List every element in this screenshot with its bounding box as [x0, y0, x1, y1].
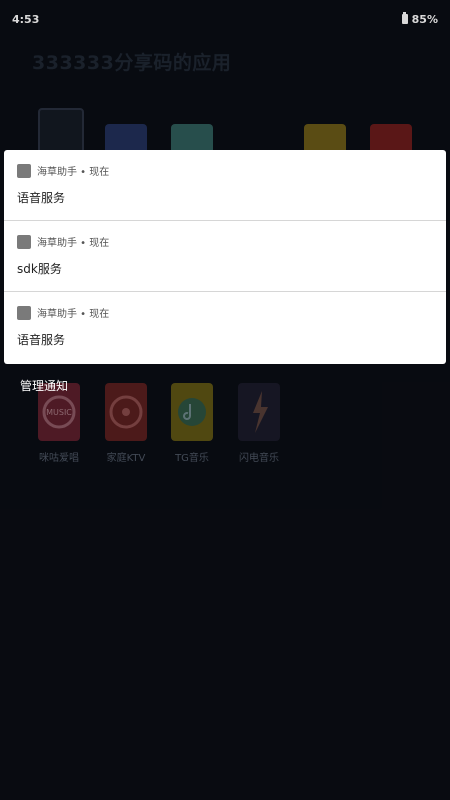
notification-text: 语音服务	[17, 191, 66, 205]
notification-app-time: 海草助手 • 现在	[37, 167, 110, 178]
app-icon	[17, 163, 31, 178]
notification-item[interactable]: 海草助手 • 现在 语音服务	[4, 292, 446, 364]
notification-item[interactable]: 海草助手 • 现在 sdk服务	[4, 221, 446, 292]
notification-app-time: 海草助手 • 现在	[37, 238, 110, 249]
manage-notifications-button[interactable]: 管理通知	[20, 377, 68, 394]
shade-scrim	[0, 0, 450, 800]
notification-header: 海草助手 • 现在	[17, 305, 109, 320]
notification-panel: 海草助手 • 现在 语音服务 海草助手 • 现在 sdk服务 海草助手 • 现在…	[4, 150, 446, 364]
notification-header: 海草助手 • 现在	[17, 163, 109, 178]
notification-text: 语音服务	[17, 333, 66, 347]
app-icon	[17, 234, 31, 249]
notification-item[interactable]: 海草助手 • 现在 语音服务	[4, 150, 446, 221]
notification-text: sdk服务	[17, 262, 62, 276]
notification-header: 海草助手 • 现在	[17, 234, 109, 249]
notification-app-time: 海草助手 • 现在	[37, 309, 110, 320]
app-icon	[17, 305, 31, 320]
